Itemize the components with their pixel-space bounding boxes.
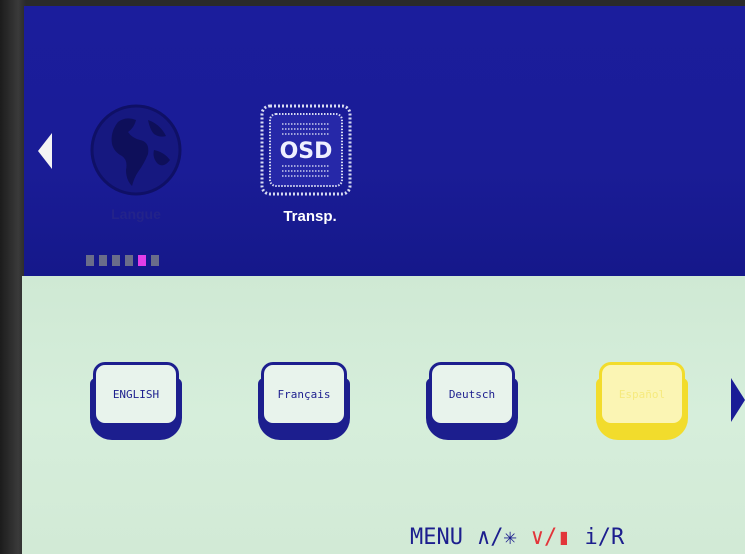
- menu-item-osd-transparency-label: Transp.: [283, 208, 337, 225]
- language-option-label: ENGLISH: [112, 387, 160, 401]
- info-hint: i/R: [584, 524, 625, 550]
- language-option-francais[interactable]: Français: [258, 360, 350, 440]
- language-option-deutsch[interactable]: Deutsch: [426, 360, 518, 440]
- language-option-espanol-selected[interactable]: Español: [596, 360, 688, 440]
- page-indicator: [86, 255, 159, 267]
- menu-item-language-label: Langue: [111, 206, 161, 222]
- page-dot-active: [138, 255, 146, 266]
- language-option-label: Français: [277, 387, 331, 401]
- menu-item-language[interactable]: Langue: [84, 96, 194, 226]
- page-dot: [151, 255, 159, 266]
- language-option-english[interactable]: ENGLISH: [90, 360, 182, 440]
- globe-icon: [90, 104, 182, 196]
- scroll-left-arrow-icon[interactable]: [38, 133, 52, 169]
- page-dot: [99, 255, 107, 266]
- osd-transparency-icon: OSD: [260, 104, 352, 196]
- menu-hint: MENU: [410, 524, 463, 550]
- scroll-right-arrow-icon[interactable]: [731, 378, 745, 422]
- page-dot: [125, 255, 133, 266]
- svg-text:OSD: OSD: [280, 139, 333, 164]
- page-dot: [112, 255, 120, 266]
- button-hint-bar: MENU ∧/✳ ∨/▮ i/R: [410, 522, 638, 552]
- down-hint: ∨/▮: [530, 524, 571, 550]
- language-option-label: Español: [618, 387, 666, 401]
- up-hint: ∧/✳: [476, 524, 517, 550]
- page-dot: [86, 255, 94, 266]
- menu-item-osd-transparency[interactable]: OSD Transp.: [252, 100, 362, 230]
- language-option-label: Deutsch: [448, 387, 496, 401]
